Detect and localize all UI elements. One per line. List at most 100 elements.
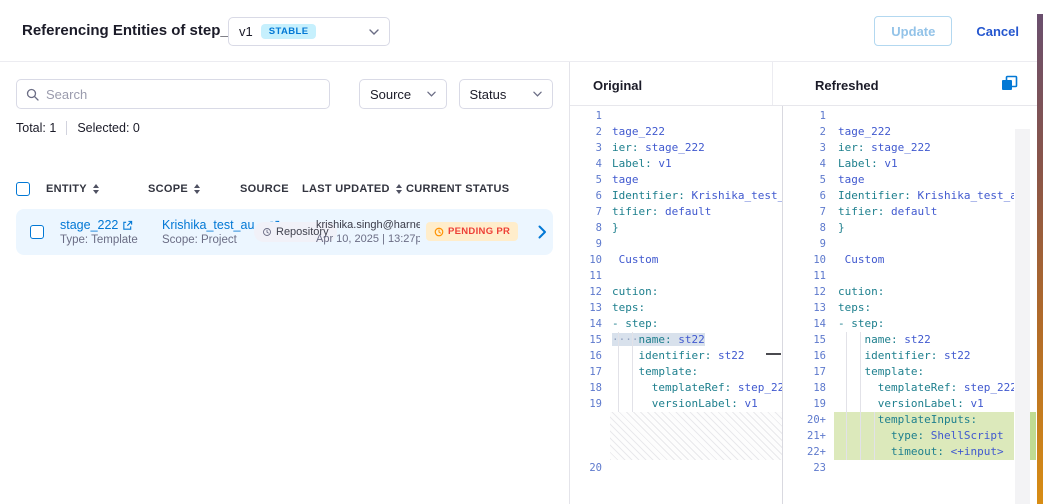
refreshed-pane[interactable]: 12tage_2223ier: stage_2224Label: v15tage… [784, 106, 1036, 504]
code-line: 1 [784, 108, 1014, 124]
code-line: 1 [570, 108, 783, 124]
indent-guide [846, 412, 847, 460]
code-line: 20+ templateInputs: [784, 412, 1014, 428]
sort-icon[interactable] [194, 184, 200, 194]
total-count: Total: 1 [16, 121, 56, 135]
table-row[interactable]: stage_222 Type: Template Krishika_test_a… [16, 209, 553, 255]
search-input[interactable] [46, 87, 320, 102]
entity-type: Type: Template [60, 234, 162, 246]
divider [66, 121, 67, 135]
code-line: 20 [570, 460, 783, 476]
update-button[interactable]: Update [874, 16, 952, 46]
original-code: 12tage_2223ier: stage_2224Label: v15tage… [570, 108, 783, 476]
cancel-button[interactable]: Cancel [976, 24, 1019, 39]
stable-badge: STABLE [261, 24, 317, 39]
code-line: 8} [784, 220, 1014, 236]
filter-bar: Source Status [16, 79, 553, 109]
column-header-scope[interactable]: SCOPE [148, 183, 240, 195]
code-line: 21+ type: ShellScript [784, 428, 1014, 444]
updated-at: Apr 10, 2025 | 13:27pm [316, 233, 420, 245]
code-line: 19 versionLabel: v1 [784, 396, 1014, 412]
code-line: 15····name: st22 [570, 332, 783, 348]
code-line: 23 [784, 460, 1014, 476]
indent-guide [860, 412, 861, 460]
clock-icon [434, 227, 444, 237]
external-link-icon[interactable] [122, 220, 133, 231]
selection-summary: Total: 1 Selected: 0 [16, 121, 553, 135]
code-line: 16 identifier: st22 [570, 348, 783, 364]
code-line: 8} [570, 220, 783, 236]
indent-guide [874, 412, 875, 460]
status-badge-label: PENDING PR [448, 226, 510, 237]
code-line: 17 template: [784, 364, 1014, 380]
indent-guide [860, 332, 861, 412]
code-line: 12cution: [570, 284, 783, 300]
code-line: 22+ timeout: <+input> [784, 444, 1014, 460]
column-header-current-status: CURRENT STATUS [406, 183, 510, 195]
indent-guide [846, 332, 847, 412]
divider [772, 62, 773, 105]
column-header-entity[interactable]: ENTITY [46, 183, 148, 195]
chevron-down-icon [369, 29, 379, 35]
updated-by: krishika.singh@harnes... [316, 219, 420, 231]
dialog-header: Referencing Entities of step_222 v1 STAB… [0, 0, 1043, 62]
diff-sash-handle[interactable] [766, 353, 781, 355]
code-line: 11 [570, 268, 783, 284]
select-all-checkbox[interactable] [16, 182, 30, 196]
scrollbar[interactable] [1015, 129, 1030, 504]
row-checkbox[interactable] [30, 225, 44, 239]
code-line: 5tage [784, 172, 1014, 188]
code-line: 4Label: v1 [570, 156, 783, 172]
entities-panel: Source Status Total: 1 Selected: 0 [0, 62, 570, 504]
code-line: 14- step: [570, 316, 783, 332]
source-filter-dropdown[interactable]: Source [359, 79, 447, 109]
code-line: 6Identifier: Krishika_test_aut [570, 188, 783, 204]
diff-editors: 12tage_2223ier: stage_2224Label: v15tage… [570, 105, 1043, 504]
entity-name-link[interactable]: stage_222 [60, 218, 118, 232]
status-badge: PENDING PR [426, 222, 518, 241]
code-line: 19 versionLabel: v1 [570, 396, 783, 412]
page-title: Referencing Entities of step_222 [22, 22, 254, 39]
code-line: 18 templateRef: step_222 [570, 380, 783, 396]
original-pane[interactable]: 12tage_2223ier: stage_2224Label: v15tage… [570, 106, 783, 504]
column-header-source: SOURCE [240, 183, 302, 195]
selected-count: Selected: 0 [77, 121, 140, 135]
search-box[interactable] [16, 79, 330, 109]
table-header: ENTITY SCOPE SOURCE LAST UPDATED CURRENT… [16, 181, 553, 197]
chevron-down-icon [533, 91, 542, 97]
indent-guide [632, 332, 633, 412]
refreshed-pane-title: Refreshed [815, 78, 879, 93]
diff-headers: Original Refreshed [570, 62, 1043, 105]
diff-panel: Original Refreshed 12tage_2223ier: stage… [570, 62, 1043, 504]
refreshed-code: 12tage_2223ier: stage_2224Label: v15tage… [784, 108, 1014, 476]
code-line: 16 identifier: st22 [784, 348, 1014, 364]
code-line: 7tifier: default [570, 204, 783, 220]
code-line: 6Identifier: Krishika_test_aut [784, 188, 1014, 204]
status-filter-dropdown[interactable]: Status [459, 79, 554, 109]
code-line: 10 Custom [570, 252, 783, 268]
column-header-last-updated[interactable]: LAST UPDATED [302, 183, 406, 195]
version-select[interactable]: v1 STABLE [228, 17, 390, 46]
code-line: 3ier: stage_222 [570, 140, 783, 156]
edge-gradient-strip [1037, 14, 1043, 504]
scope-name-link[interactable]: Krishika_test_au... [162, 218, 265, 232]
search-icon [26, 88, 39, 101]
diff-added-ruler-mark [1030, 412, 1036, 460]
diff-hatch-placeholder [610, 412, 783, 460]
version-value: v1 [239, 24, 253, 39]
code-line: 13teps: [784, 300, 1014, 316]
code-line: 11 [784, 268, 1014, 284]
status-filter-label: Status [470, 87, 507, 102]
repository-icon [262, 227, 272, 237]
sort-icon[interactable] [93, 184, 99, 194]
scope-detail: Scope: Project [162, 234, 254, 246]
copy-icon[interactable] [1000, 75, 1018, 93]
code-line: 2tage_222 [784, 124, 1014, 140]
code-line: 5tage [570, 172, 783, 188]
code-line: 9 [784, 236, 1014, 252]
code-line: 10 Custom [784, 252, 1014, 268]
chevron-down-icon [427, 91, 436, 97]
header-actions: Update Cancel [874, 0, 1019, 62]
chevron-right-icon[interactable] [538, 225, 547, 239]
sort-icon[interactable] [396, 184, 402, 194]
